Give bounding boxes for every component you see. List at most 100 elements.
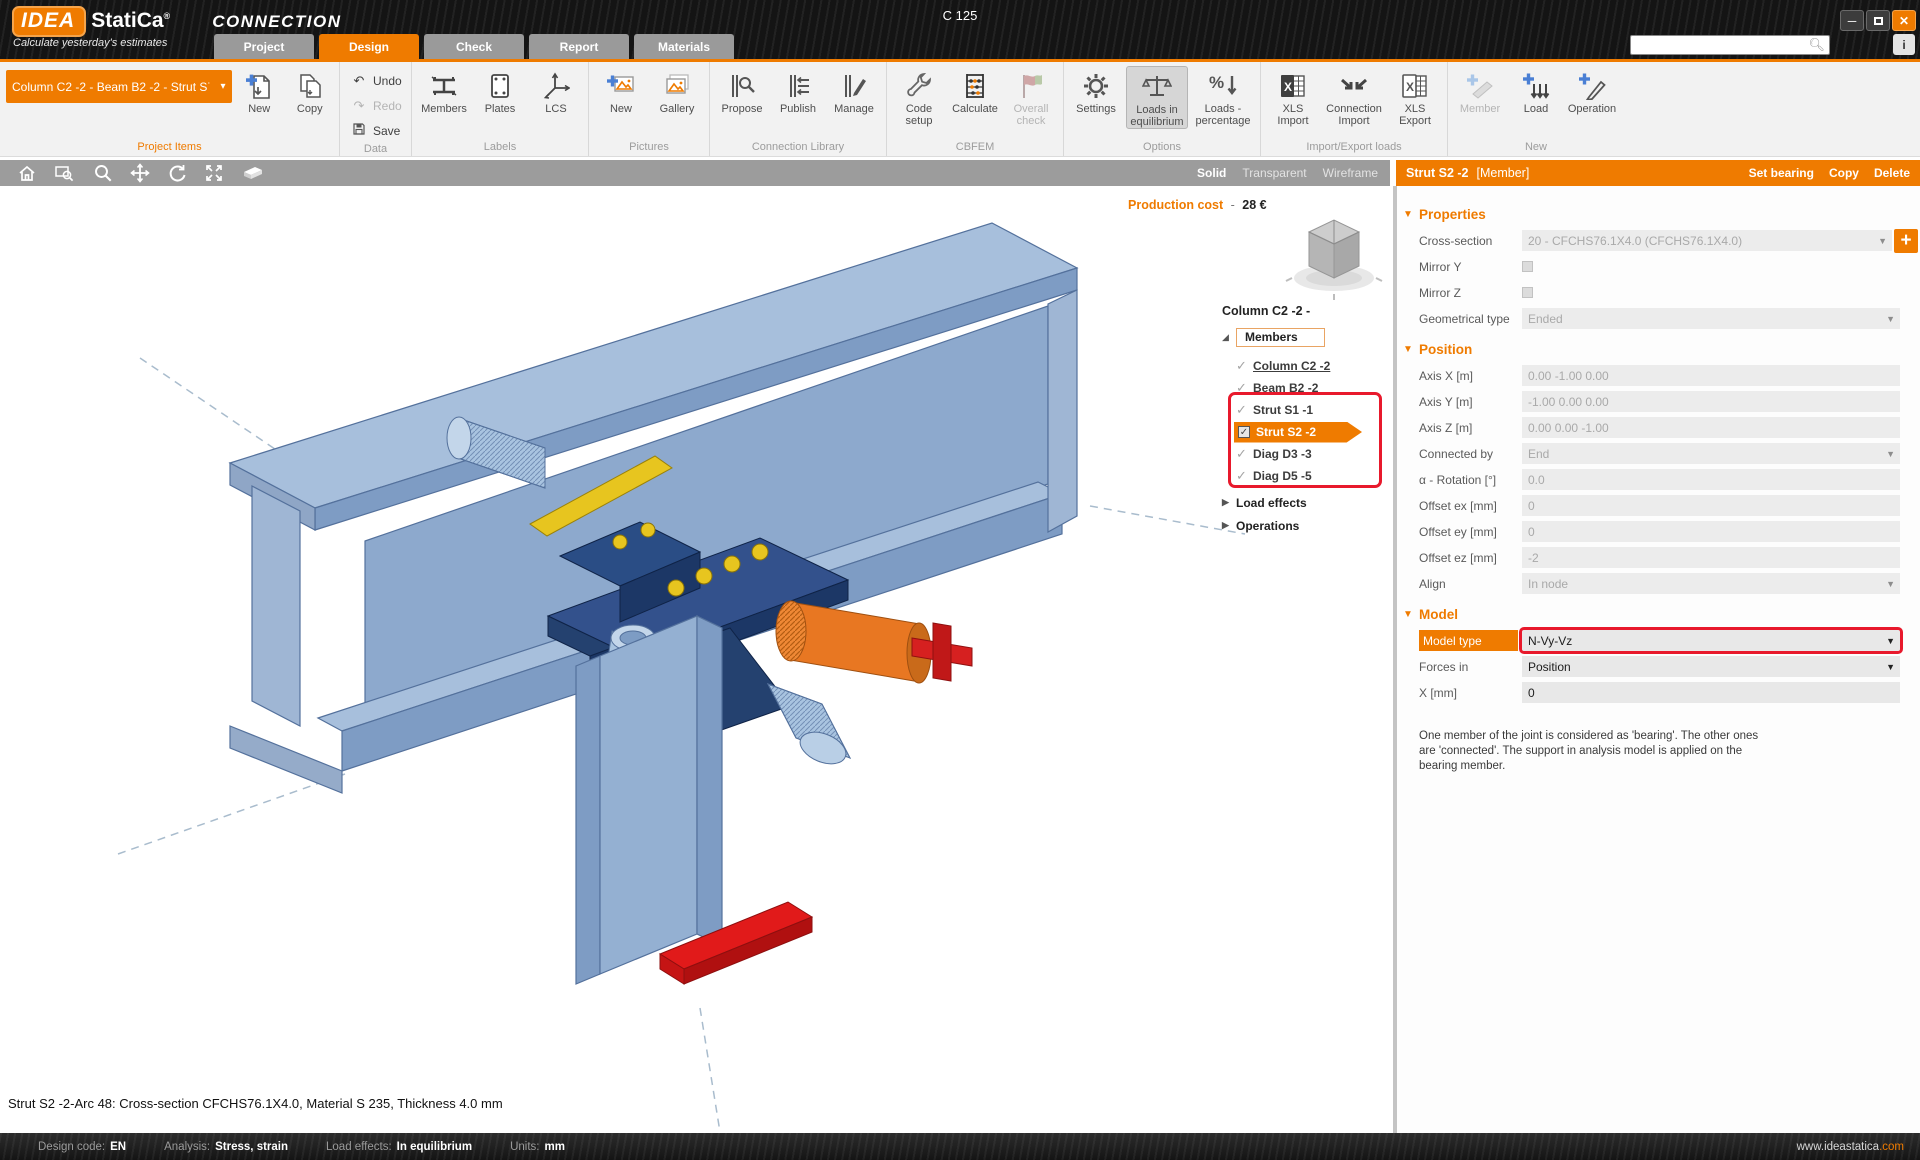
view-mode-switch: Solid Transparent Wireframe xyxy=(1197,160,1378,186)
tree-operations-node[interactable]: ▶ Operations xyxy=(1222,514,1392,537)
view-mode-transparent[interactable]: Transparent xyxy=(1242,166,1306,180)
group-connection-library: Propose Publish Manage Connection Librar… xyxy=(710,62,887,156)
group-data: ↶Undo ↷Redo Save Data xyxy=(340,62,412,156)
rotate-button[interactable] xyxy=(167,163,187,183)
expand-triangle-icon: ▶ xyxy=(1222,520,1236,531)
connected-by-select: End▼ xyxy=(1522,443,1900,464)
tab-design[interactable]: Design xyxy=(319,34,419,59)
close-button[interactable]: ✕ xyxy=(1892,10,1916,31)
row-forces-in: Forces in Position▼ xyxy=(1397,656,1920,677)
project-item-selector[interactable]: Column C2 -2 - Beam B2 -2 - Strut S˙ ▾ xyxy=(6,70,232,103)
offset-ey-field: 0 xyxy=(1522,521,1900,542)
copy-member-button[interactable]: Copy xyxy=(1829,166,1859,180)
xls-export-button[interactable]: X XLS Export xyxy=(1389,66,1441,127)
forces-in-select[interactable]: Position▼ xyxy=(1522,656,1900,677)
ribbon: Column C2 -2 - Beam B2 -2 - Strut S˙ ▾ N… xyxy=(0,62,1920,157)
loads-in-equilibrium-button[interactable]: Loads in equilibrium xyxy=(1126,66,1188,129)
save-button[interactable]: Save xyxy=(346,120,404,141)
section-properties[interactable]: ▼ Properties xyxy=(1397,202,1920,226)
row-alpha-rotation: α - Rotation [°] 0.0 xyxy=(1397,469,1920,490)
website-link[interactable]: www.ideastatica.com xyxy=(1797,1141,1904,1153)
pan-button[interactable] xyxy=(130,163,150,183)
maximize-button[interactable] xyxy=(1866,10,1890,31)
row-mirror-y: Mirror Y xyxy=(1397,256,1920,277)
lcs-axes-icon xyxy=(542,69,570,103)
mirror-z-checkbox xyxy=(1522,287,1533,298)
offset-ex-field: 0 xyxy=(1522,495,1900,516)
calculate-button[interactable]: Calculate xyxy=(949,66,1001,115)
labels-toggle-button[interactable] xyxy=(241,163,265,183)
document-title: C 125 xyxy=(943,8,978,23)
app-logo: IDEA StatiCa® CONNECTION xyxy=(12,6,341,37)
production-cost: Production cost - 28 € xyxy=(1128,198,1267,212)
zoom-button[interactable] xyxy=(93,163,113,183)
tree-members-node[interactable]: ◢ Members xyxy=(1222,326,1392,348)
search-box[interactable]: 🔍︎ xyxy=(1630,35,1830,55)
search-input[interactable] xyxy=(1631,37,1808,53)
3d-viewport[interactable]: Production cost - 28 € Column C2 -2 - ◢ … xyxy=(0,186,1393,1133)
new-picture-button[interactable]: New xyxy=(595,66,647,115)
tree-load-effects-node[interactable]: ▶ Load effects xyxy=(1222,491,1392,514)
add-cross-section-button[interactable]: + xyxy=(1894,229,1918,253)
new-operation-button[interactable]: Operation xyxy=(1566,66,1618,115)
search-icon: 🔍︎ xyxy=(1808,37,1829,53)
set-bearing-button[interactable]: Set bearing xyxy=(1749,166,1814,180)
members-icon xyxy=(429,69,459,103)
tab-project[interactable]: Project xyxy=(214,34,314,59)
overall-check-button: Overall check xyxy=(1005,66,1057,127)
members-labels-button[interactable]: Members xyxy=(418,66,470,115)
undo-button[interactable]: ↶Undo xyxy=(346,70,406,91)
minimize-button[interactable]: ─ xyxy=(1840,10,1864,31)
zoom-fit-button[interactable] xyxy=(204,163,224,183)
zoom-window-button[interactable] xyxy=(54,163,76,183)
copy-icon xyxy=(296,69,324,103)
section-model[interactable]: ▼ Model xyxy=(1397,602,1920,626)
new-load-button[interactable]: Load xyxy=(1510,66,1562,115)
propose-button[interactable]: Propose xyxy=(716,66,768,115)
titlebar: IDEA StatiCa® CONNECTION Calculate yeste… xyxy=(0,0,1920,59)
statica-logo: StatiCa® xyxy=(91,9,170,33)
info-button[interactable]: i xyxy=(1893,34,1915,55)
dropdown-arrow-icon: ▼ xyxy=(1886,636,1895,646)
delete-member-button[interactable]: Delete xyxy=(1874,166,1910,180)
group-import-export: X XLS Import Connection Import X XLS Exp… xyxy=(1261,62,1448,156)
tree-item-column-c2[interactable]: ✓ Column C2 -2 xyxy=(1236,355,1392,377)
collapse-icon: ▼ xyxy=(1397,609,1419,620)
tab-report[interactable]: Report xyxy=(529,34,629,59)
geometrical-type-select: Ended▼ xyxy=(1522,308,1900,329)
group-label: Options xyxy=(1070,139,1254,156)
code-setup-button[interactable]: Code setup xyxy=(893,66,945,127)
lcs-labels-button[interactable]: LCS xyxy=(530,66,582,115)
view-mode-wireframe[interactable]: Wireframe xyxy=(1323,166,1378,180)
x-position-field[interactable]: 0 xyxy=(1522,682,1900,703)
copy-project-item-button[interactable]: Copy xyxy=(287,66,334,115)
gallery-icon xyxy=(662,69,692,103)
new-project-item-button[interactable]: New xyxy=(236,66,283,115)
navigation-cube[interactable] xyxy=(1282,208,1386,304)
view-mode-solid[interactable]: Solid xyxy=(1197,166,1226,180)
row-model-type: Model type N-Vy-Vz▼ xyxy=(1397,630,1920,651)
publish-button[interactable]: Publish xyxy=(772,66,824,115)
xls-import-button[interactable]: X XLS Import xyxy=(1267,66,1319,127)
new-document-icon xyxy=(245,69,273,103)
tab-check[interactable]: Check xyxy=(424,34,524,59)
home-view-button[interactable] xyxy=(17,163,37,183)
manage-button[interactable]: Manage xyxy=(828,66,880,115)
settings-button[interactable]: Settings xyxy=(1070,66,1122,115)
operation-pencil-icon xyxy=(1577,69,1607,103)
row-axis-z: Axis Z [m] 0.00 0.00 -1.00 xyxy=(1397,417,1920,438)
checkmark-icon[interactable]: ✓ xyxy=(1236,358,1253,374)
tab-materials[interactable]: Materials xyxy=(634,34,734,59)
section-position[interactable]: ▼ Position xyxy=(1397,337,1920,361)
model-type-select[interactable]: N-Vy-Vz▼ xyxy=(1522,630,1900,651)
save-icon xyxy=(350,122,368,139)
align-select: In node▼ xyxy=(1522,573,1900,594)
plates-labels-button[interactable]: Plates xyxy=(474,66,526,115)
gallery-button[interactable]: Gallery xyxy=(651,66,703,115)
connection-import-button[interactable]: Connection Import xyxy=(1323,66,1385,127)
group-project-items: Column C2 -2 - Beam B2 -2 - Strut S˙ ▾ N… xyxy=(0,62,340,156)
import-arrows-icon xyxy=(1338,69,1370,103)
loads-percentage-button[interactable]: % Loads - percentage xyxy=(1192,66,1254,127)
statusbar: Design code:EN Analysis:Stress, strain L… xyxy=(0,1133,1920,1160)
wrench-icon xyxy=(905,69,933,103)
